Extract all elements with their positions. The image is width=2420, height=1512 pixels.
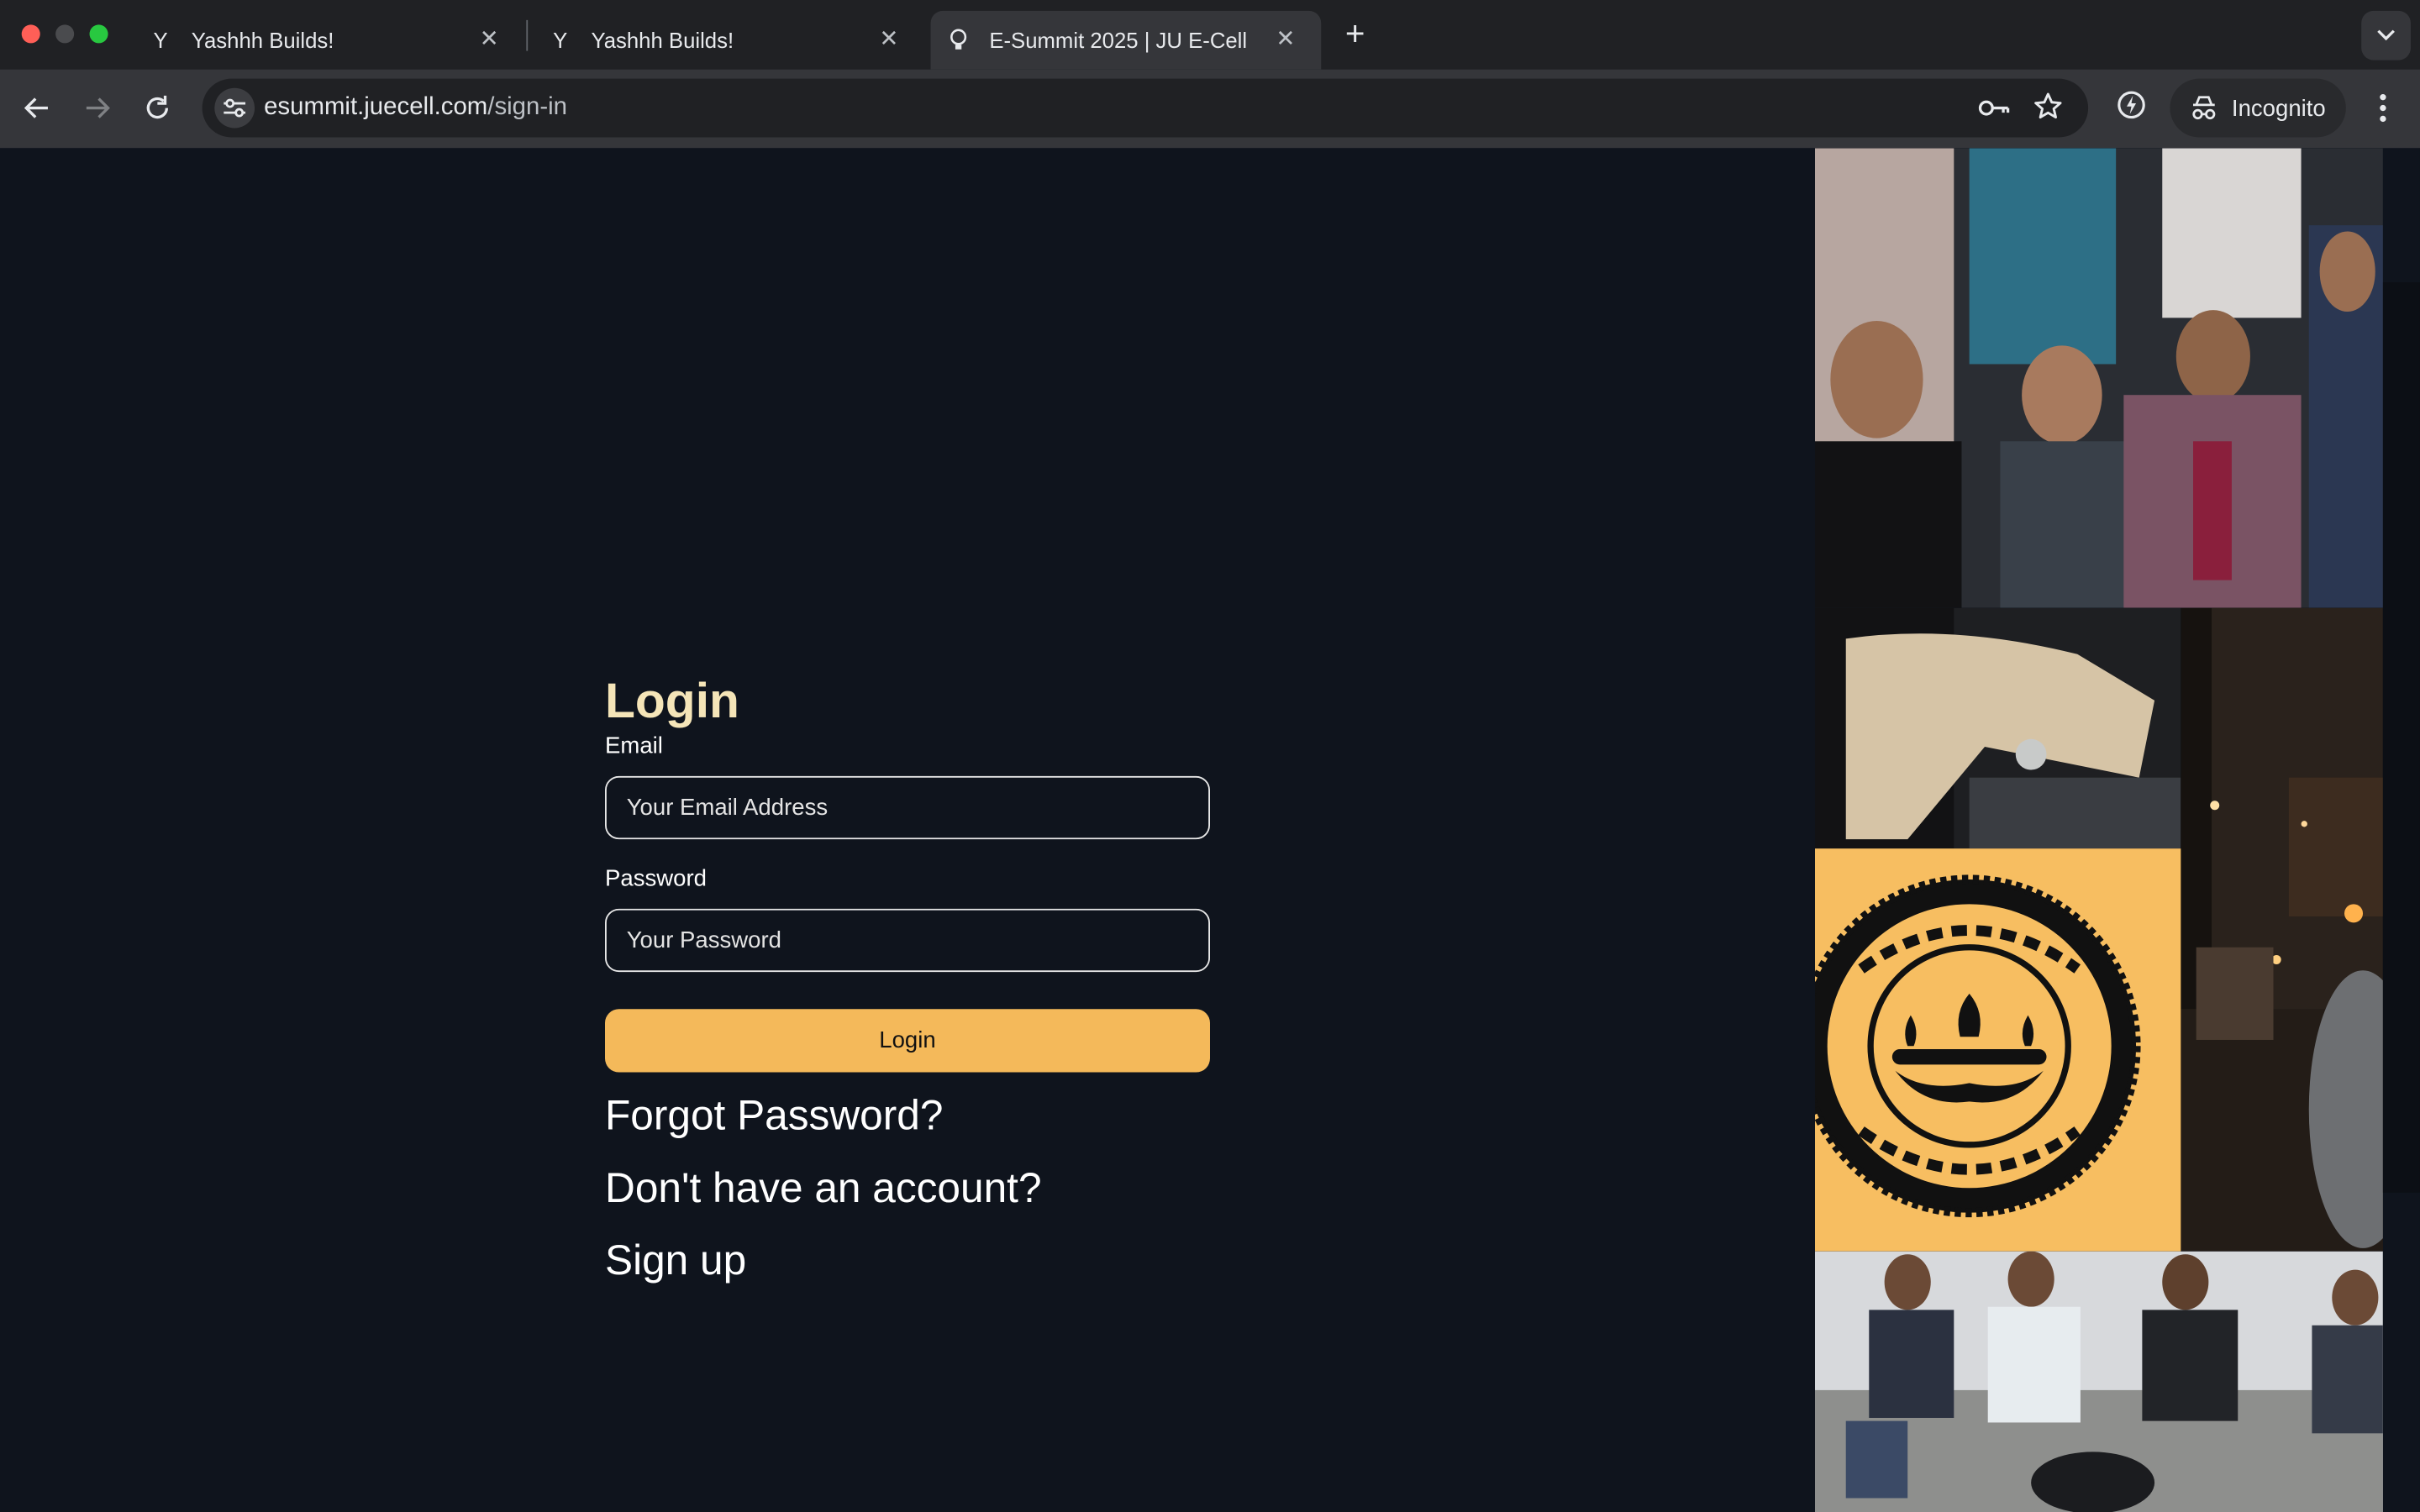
- tab-title: Yashhh Builds!: [591, 28, 734, 53]
- incognito-indicator[interactable]: Incognito: [2170, 78, 2346, 138]
- tab-2[interactable]: Y Yashhh Builds! ✕: [529, 11, 924, 70]
- bulb-icon: [946, 28, 971, 52]
- y-favicon-icon: Y: [153, 28, 168, 53]
- team-photo-image: [1814, 148, 2383, 608]
- incognito-icon: [2192, 96, 2216, 120]
- minimize-window-button[interactable]: [55, 24, 75, 44]
- team-photo-lower-image: [1814, 607, 2181, 849]
- y-favicon-icon: Y: [553, 28, 568, 53]
- tab-1[interactable]: Y Yashhh Builds! ✕: [129, 11, 524, 70]
- page-title: Login: [604, 672, 739, 728]
- sign-up-link[interactable]: Sign up: [605, 1237, 746, 1285]
- password-label: Password: [604, 865, 707, 892]
- forward-arrow-icon[interactable]: [76, 87, 118, 129]
- site-settings-icon[interactable]: [214, 87, 255, 129]
- maximize-window-button[interactable]: [89, 24, 108, 44]
- collage-edge-strip: [2382, 282, 2420, 1193]
- forgot-password-link[interactable]: Forgot Password?: [605, 1092, 943, 1140]
- email-field[interactable]: [604, 775, 1210, 840]
- tab-separator: [526, 19, 529, 51]
- close-tab-icon[interactable]: ✕: [1271, 24, 1299, 52]
- workshop-photo-image: [1814, 1251, 2383, 1512]
- password-field[interactable]: [604, 908, 1210, 973]
- close-tab-icon[interactable]: ✕: [875, 24, 902, 52]
- url-text[interactable]: esummit.juecell.com/sign-in: [264, 94, 567, 122]
- tab-title: E-Summit 2025 | JU E-Cell: [989, 28, 1248, 53]
- close-tab-icon[interactable]: ✕: [476, 24, 503, 52]
- tab-strip: Y Yashhh Builds! ✕ Y Yashhh Builds! ✕ E-…: [0, 0, 2420, 70]
- url-host: esummit.juecell.com: [264, 94, 488, 121]
- new-tab-plus-icon[interactable]: +: [1337, 14, 1374, 53]
- no-account-text: Don't have an account?: [604, 1164, 1042, 1211]
- tab-title: Yashhh Builds!: [191, 28, 334, 53]
- university-seal-logo: [1814, 848, 2181, 1252]
- tab-3-active[interactable]: E-Summit 2025 | JU E-Cell ✕: [930, 10, 1322, 70]
- extension-icon[interactable]: [2114, 88, 2148, 130]
- back-arrow-icon[interactable]: [15, 87, 58, 129]
- incognito-label: Incognito: [2231, 94, 2326, 122]
- sign-in-page: Login Email Password Login Forgot Passwo…: [0, 148, 2420, 1512]
- photo-collage: [1814, 148, 2420, 1512]
- tab-search-chevron-icon[interactable]: [2361, 10, 2411, 60]
- close-window-button[interactable]: [21, 24, 40, 44]
- bookmark-star-icon[interactable]: [2033, 91, 2064, 129]
- password-input[interactable]: [606, 910, 1209, 971]
- browser-menu-icon[interactable]: [2368, 88, 2399, 129]
- email-input[interactable]: [606, 777, 1209, 838]
- browser-toolbar: esummit.juecell.com/sign-in Incognito: [0, 69, 2420, 149]
- venue-photo-image: [2181, 607, 2383, 1252]
- login-button[interactable]: Login: [604, 1009, 1210, 1073]
- password-key-icon[interactable]: [1977, 92, 2011, 131]
- reload-icon[interactable]: [136, 87, 179, 129]
- address-bar[interactable]: esummit.juecell.com/sign-in: [202, 78, 2089, 138]
- email-label: Email: [604, 732, 663, 759]
- url-path: /sign-in: [487, 94, 568, 121]
